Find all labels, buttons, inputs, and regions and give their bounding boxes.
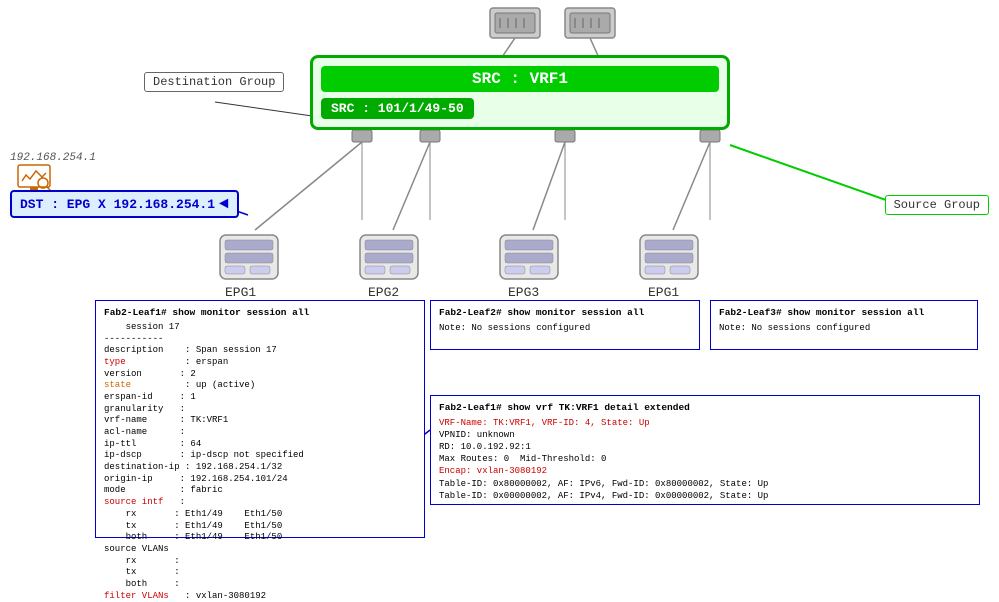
console-fab2-leaf3-title: Fab2-Leaf3# show monitor session all [719, 307, 969, 320]
main-canvas: Destination Group SRC : VRF1 SRC : 101/1… [0, 0, 999, 568]
source-group-label: Source Group [885, 195, 989, 215]
epg1-label-right: EPG1 [648, 285, 679, 300]
epg1-label-left: EPG1 [225, 285, 256, 300]
console-fab2-leaf2-title: Fab2-Leaf2# show monitor session all [439, 307, 691, 320]
console-fab2-leaf1: Fab2-Leaf1# show monitor session all ses… [95, 300, 425, 538]
arrow-left-icon: ◄ [219, 195, 229, 213]
console-fab2-leaf2-body: Note: No sessions configured [439, 322, 691, 334]
dst-epg-text: DST : EPG X 192.168.254.1 [20, 197, 215, 212]
console-fab2-leaf3-body: Note: No sessions configured [719, 322, 969, 334]
console-vrf-detail-title: Fab2-Leaf1# show vrf TK:VRF1 detail exte… [439, 402, 971, 415]
epg2-label: EPG2 [368, 285, 399, 300]
src-vrf-container: SRC : VRF1 SRC : 101/1/49-50 [310, 55, 730, 130]
console-vrf-detail-body: VRF-Name: TK:VRF1, VRF-ID: 4, State: Up … [439, 417, 971, 502]
console-fab2-leaf2: Fab2-Leaf2# show monitor session all Not… [430, 300, 700, 350]
src-vrf-label: SRC : VRF1 [321, 66, 719, 92]
console-fab2-leaf3: Fab2-Leaf3# show monitor session all Not… [710, 300, 978, 350]
epg3-label: EPG3 [508, 285, 539, 300]
console-vrf-detail: Fab2-Leaf1# show vrf TK:VRF1 detail exte… [430, 395, 980, 505]
src-port-label: SRC : 101/1/49-50 [321, 98, 474, 119]
destination-group-label: Destination Group [144, 72, 284, 92]
console-fab2-leaf1-body: session 17 ----------- description : Spa… [104, 322, 416, 602]
console-fab2-leaf1-title: Fab2-Leaf1# show monitor session all [104, 307, 416, 320]
ip-label: 192.168.254.1 [10, 152, 96, 164]
dst-epg-box: DST : EPG X 192.168.254.1 ◄ [10, 190, 239, 218]
